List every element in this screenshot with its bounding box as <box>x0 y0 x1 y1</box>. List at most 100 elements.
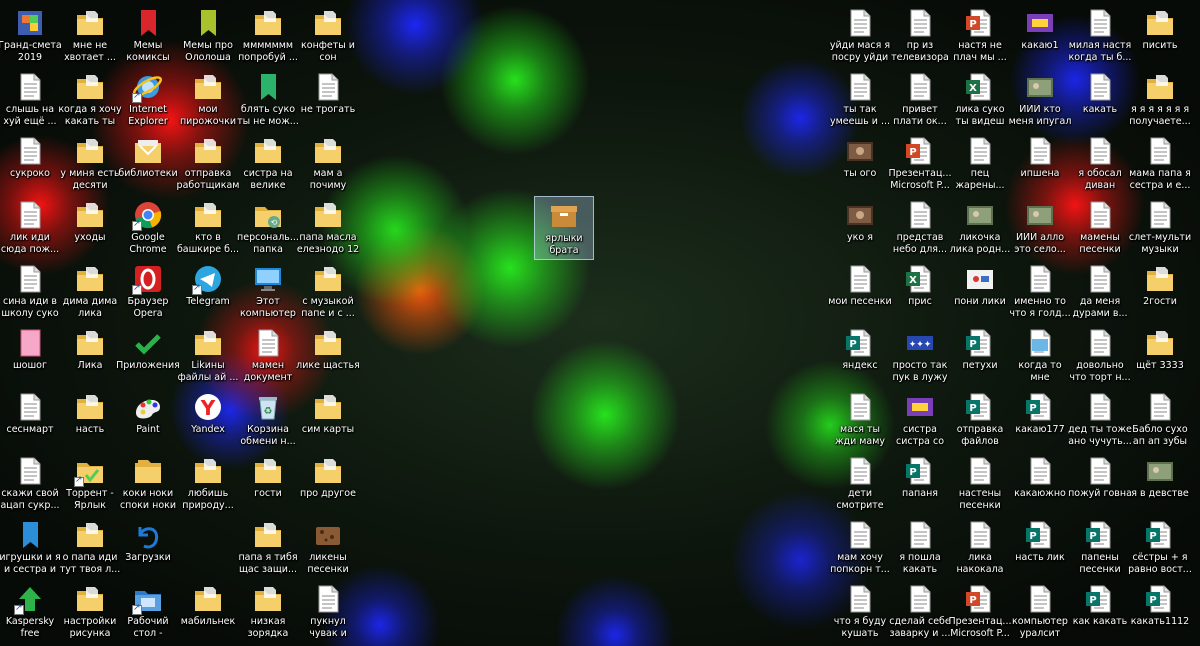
desktop-icon[interactable]: Pкак какать <box>1070 580 1130 644</box>
desktop-icon[interactable]: мася ты жди маму хоро... <box>830 388 890 452</box>
desktop-icon[interactable]: с музыкой папе и с ... <box>298 260 358 324</box>
desktop-icon[interactable]: сукроко <box>0 132 60 196</box>
desktop-icon[interactable]: я я я я я я я получаете... <box>1129 68 1191 132</box>
desktop-icon[interactable]: какаю1 <box>1010 4 1070 68</box>
desktop-icon[interactable]: мам хочу попкорн т... <box>830 516 890 580</box>
desktop-icon[interactable]: P Презентац... Microsoft P... <box>948 580 1012 644</box>
desktop-icon[interactable]: ликены песенки <box>298 516 358 580</box>
desktop-icon[interactable]: пони лики <box>950 260 1010 324</box>
desktop-icon[interactable]: Paint <box>118 388 178 452</box>
desktop-icon[interactable]: библиотеки <box>118 132 178 196</box>
desktop-icon[interactable]: уходы <box>60 196 120 260</box>
desktop-icon[interactable]: дети смотрите к... <box>830 452 890 516</box>
desktop-icon[interactable]: Лика <box>60 324 120 388</box>
desktop-icon[interactable]: шошог <box>0 324 60 388</box>
desktop-icon[interactable]: отправка работщикам <box>177 132 239 196</box>
desktop-icon[interactable]: какать <box>1070 68 1130 132</box>
desktop-icon[interactable]: Pпапены песенки <box>1070 516 1130 580</box>
desktop-icon[interactable]: Kaspersky free <box>0 580 60 644</box>
desktop-icon[interactable]: Мемы про Ололоша <box>178 4 238 68</box>
desktop-icon[interactable]: дима дима лика <box>60 260 120 324</box>
desktop-icon[interactable]: мне не хвотает ... <box>60 4 120 68</box>
desktop-icon[interactable]: Telegram <box>178 260 238 324</box>
desktop-icon[interactable]: настены песенки <box>950 452 1010 516</box>
desktop-icon[interactable]: представ небо для... <box>890 196 950 260</box>
desktop-icon[interactable]: систра на велике <box>238 132 298 196</box>
desktop-icon[interactable]: Google Chrome <box>118 196 178 260</box>
desktop-icon[interactable]: игрушки и я и сестра и ... <box>0 516 61 580</box>
desktop-icon[interactable]: уйди мася я посру уйди <box>830 4 890 68</box>
desktop-icon[interactable]: сделай себе заварку и ... <box>889 580 951 644</box>
desktop-icon[interactable]: ммммммм попробуй ... <box>238 4 298 68</box>
desktop-icon[interactable]: Браузер Opera <box>118 260 178 324</box>
desktop-icon[interactable]: уко я <box>830 196 890 260</box>
desktop-icon[interactable]: P Презентац... Microsoft P... <box>888 132 952 196</box>
desktop-icon[interactable]: писить <box>1130 4 1190 68</box>
desktop-icon[interactable]: любишь природу... <box>178 452 238 516</box>
desktop-icon[interactable]: Pнастя не плач мы ... <box>950 4 1010 68</box>
desktop-icon[interactable]: щёт 3333 <box>1130 324 1190 388</box>
desktop-icon[interactable]: Pсёстры + я равно вост... <box>1128 516 1192 580</box>
desktop-icon[interactable]: милая настя когда ты б... <box>1069 4 1131 68</box>
desktop-icon[interactable]: привет плати ок... <box>890 68 950 132</box>
desktop-icon[interactable]: Загрузки <box>118 516 178 580</box>
desktop-icon[interactable]: слышь на хуй ещё ... <box>0 68 60 132</box>
desktop-icon[interactable]: у миня есть десяти лет... <box>60 132 120 196</box>
desktop-icon[interactable]: папа масла елезнодо 12 <box>297 196 359 260</box>
desktop-icon[interactable]: папа я тибя щас защи... <box>238 516 298 580</box>
desktop-icon[interactable]: Этот компьютер <box>238 260 298 324</box>
desktop-icon[interactable]: лике щастья <box>296 324 360 388</box>
desktop-icon[interactable]: ты ого <box>830 132 890 196</box>
desktop-icon[interactable]: Pпапаня <box>890 452 950 516</box>
desktop-icon[interactable]: гости <box>238 452 298 516</box>
desktop-icon[interactable]: настройки рисунка <box>60 580 120 644</box>
desktop-icon[interactable]: мабильнек <box>178 580 238 644</box>
desktop-icon[interactable]: ♻ Корзина обмени н... <box>238 388 298 452</box>
desktop-icon[interactable]: слет-мульти музыки <box>1129 196 1191 260</box>
desktop-icon[interactable]: кто в башкире б... <box>177 196 239 260</box>
desktop-icon[interactable]: ты так умеешь и ... <box>830 68 890 132</box>
desktop-icon[interactable]: ЙЙЙ кто меня ипугал <box>1009 68 1071 132</box>
desktop-icon[interactable]: Xприс <box>890 260 950 324</box>
desktop-icon[interactable]: ликочка лика родн... <box>950 196 1010 260</box>
desktop-icon[interactable]: Pкакать1112 <box>1130 580 1190 644</box>
desktop-icon[interactable]: лика накокала <box>950 516 1010 580</box>
desktop-icon[interactable]: мам а почиму сес... <box>298 132 358 196</box>
desktop-icon[interactable]: ЙЙЙ алло это село... <box>1010 196 1070 260</box>
desktop-icon[interactable]: мама папа я сестра и е... <box>1129 132 1191 196</box>
desktop-icon[interactable]: пожуй говна <box>1068 452 1132 516</box>
desktop-icon[interactable]: Pотправка файлов <box>950 388 1010 452</box>
desktop-icon[interactable]: Pяндекс <box>830 324 890 388</box>
desktop-icon[interactable]: сим карты <box>298 388 358 452</box>
desktop-icon[interactable]: сина иди в школу суко <box>0 260 60 324</box>
desktop-icon[interactable]: Рабочий стол - Ярлык <box>118 580 178 644</box>
desktop-icon[interactable]: довольно что торт н... <box>1069 324 1131 388</box>
desktop-icon[interactable]: Гранд-смета 2019 <box>0 4 62 68</box>
desktop-icon[interactable]: пр из телевизора <box>890 4 950 68</box>
desktop-icon[interactable]: что я буду кушать <box>830 580 890 644</box>
desktop-icon[interactable]: пец жарены... <box>950 132 1010 196</box>
desktop-icon[interactable]: когда то мне приснилос... <box>1010 324 1070 388</box>
desktop-icon[interactable]: дед ты тоже ано чучуть... <box>1068 388 1132 452</box>
desktop-icon[interactable]: именно то что я голд... <box>1009 260 1071 324</box>
desktop-icon[interactable]: Мемы комиксы <box>118 4 178 68</box>
desktop-icon[interactable]: лик иди сюда пож... <box>0 196 60 260</box>
desktop-icon[interactable]: Xлика суко ты видеш себ... <box>950 68 1010 132</box>
desktop-icon[interactable]: низкая зорядка <box>238 580 298 644</box>
desktop-icon[interactable]: Pпетухи <box>950 324 1010 388</box>
desktop-icon[interactable]: Y Yandex <box>178 388 238 452</box>
desktop-icon[interactable]: да меня дурами в... <box>1070 260 1130 324</box>
desktop-icon[interactable]: я обосал диван <box>1070 132 1130 196</box>
desktop-icon[interactable]: сеснмарт <box>0 388 60 452</box>
desktop-icon[interactable]: ярлыки брата <box>534 196 594 260</box>
desktop-icon[interactable]: когда я хочу какать ты м... <box>58 68 122 132</box>
desktop-icon[interactable]: коки ноки споки ноки <box>118 452 178 516</box>
desktop-icon[interactable]: Торрент - Ярлык <box>60 452 120 516</box>
desktop-icon[interactable]: 2гости <box>1130 260 1190 324</box>
desktop-icon[interactable]: Приложения <box>116 324 180 388</box>
desktop-icon[interactable]: не трогать <box>298 68 358 132</box>
desktop-icon[interactable]: Pнасть лик <box>1010 516 1070 580</box>
desktop-icon[interactable]: скажи свой ацап сукр... <box>0 452 60 516</box>
desktop-icon[interactable]: я в девстве <box>1130 452 1190 516</box>
desktop-icon[interactable]: про другое <box>298 452 358 516</box>
